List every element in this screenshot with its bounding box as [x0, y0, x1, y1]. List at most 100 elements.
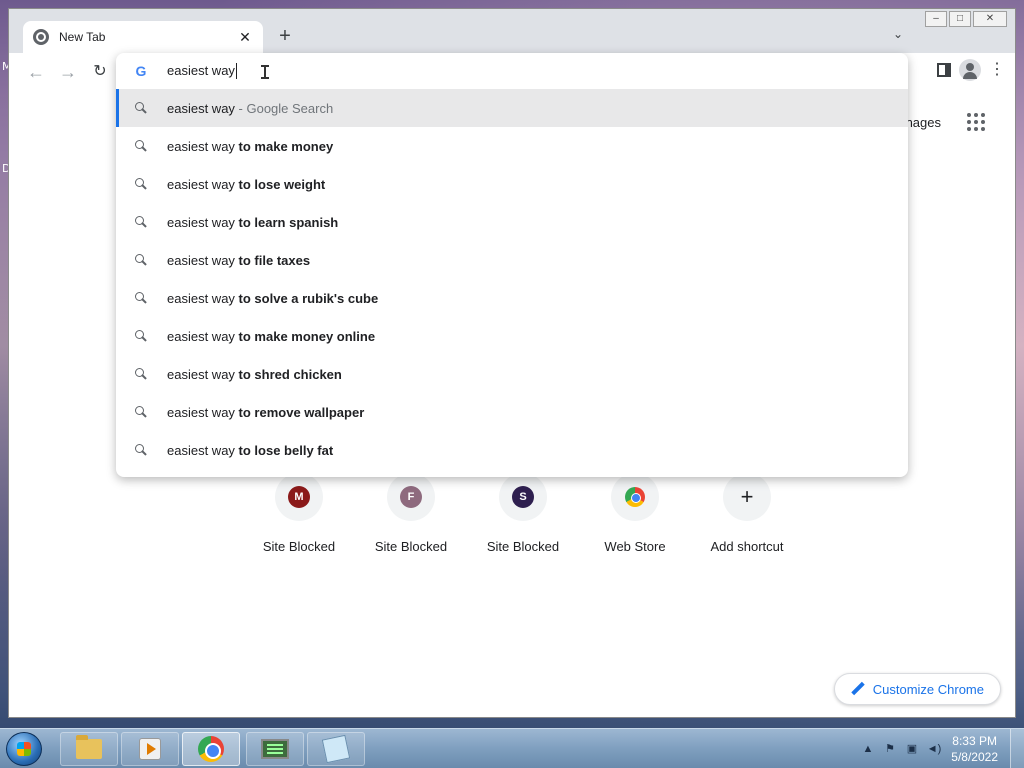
tab-new-tab[interactable]: New Tab ✕: [23, 21, 263, 53]
text-cursor-icon: [261, 65, 269, 79]
suggestion-item[interactable]: easiest way to file taxes: [116, 241, 908, 279]
search-icon: [135, 444, 147, 456]
profile-icon[interactable]: [959, 59, 981, 81]
window-controls: – □ ✕: [925, 11, 1007, 27]
suggestion-item[interactable]: easiest way to learn spanish: [116, 203, 908, 241]
notepad-taskbar-button[interactable]: [307, 732, 365, 766]
suggestion-text: easiest way to learn spanish: [167, 215, 338, 230]
suggestion-item[interactable]: easiest way to lose weight: [116, 165, 908, 203]
suggestion-prefix: easiest way: [167, 100, 235, 116]
suggestion-item[interactable]: easiest way to solve a rubik's cube: [116, 279, 908, 317]
customize-chrome-label: Customize Chrome: [872, 681, 984, 697]
volume-icon[interactable]: ◄): [926, 741, 942, 757]
suggestion-item[interactable]: easiest way to shred chicken: [116, 355, 908, 393]
show-desktop-button[interactable]: [1010, 729, 1024, 768]
folder-icon: [76, 735, 102, 759]
new-tab-button[interactable]: +: [273, 25, 297, 49]
suggestion-prefix: easiest way: [167, 176, 239, 192]
taskbar: ▲ ⚑ ▣ ◄) 8:33 PM 5/8/2022: [0, 728, 1024, 768]
web-store-icon: [625, 487, 645, 507]
chrome-menu-button[interactable]: ⋮: [989, 61, 1005, 79]
back-button[interactable]: ←: [23, 59, 49, 85]
tab-search-button[interactable]: ⌄: [893, 27, 903, 41]
suggestion-text: easiest way to lose weight: [167, 177, 325, 192]
suggestion-item[interactable]: easiest way - Google Search: [116, 89, 908, 127]
restore-button[interactable]: □: [949, 11, 971, 27]
shortcuts-grid: M Site Blocked F Site Blocked S Site Blocked W…: [243, 473, 803, 554]
suggestion-completion: to learn spanish: [238, 214, 339, 230]
shortcut-favicon: F: [400, 486, 422, 508]
suggestion-prefix: easiest way: [167, 404, 239, 420]
explorer-taskbar-button[interactable]: [60, 732, 118, 766]
search-icon: [135, 330, 147, 342]
suggestion-prefix: easiest way: [167, 366, 239, 382]
suggestion-item[interactable]: easiest way to lose belly fat: [116, 431, 908, 469]
suggestion-prefix: easiest way: [167, 290, 239, 306]
suggestion-text: easiest way to file taxes: [167, 253, 310, 268]
media-player-taskbar-button[interactable]: [121, 732, 179, 766]
suggestion-item[interactable]: easiest way to make money online: [116, 317, 908, 355]
google-apps-icon[interactable]: [967, 113, 985, 131]
suggestion-prefix: easiest way: [167, 328, 239, 344]
search-icon: [135, 140, 147, 152]
suggestion-list: easiest way - Google Search easiest way t…: [116, 89, 908, 469]
chrome-favicon-icon: [33, 29, 49, 45]
omnibox[interactable]: G easiest way: [116, 53, 908, 90]
images-link[interactable]: nages: [906, 115, 941, 130]
suggestion-completion: to lose weight: [238, 176, 326, 192]
toolbar-right: ⋮: [937, 59, 1005, 81]
search-icon: [135, 102, 147, 114]
forward-button[interactable]: →: [55, 59, 81, 85]
chrome-icon: [198, 736, 224, 762]
customize-chrome-button[interactable]: Customize Chrome: [833, 673, 1001, 705]
search-icon: [135, 216, 147, 228]
search-icon: [135, 368, 147, 380]
shortcut-tile-web-store[interactable]: Web Store: [579, 473, 691, 554]
search-icon: [135, 292, 147, 304]
shortcut-label: Web Store: [604, 539, 666, 554]
shortcut-label: Site Blocked: [486, 539, 560, 554]
shortcut-tile-add[interactable]: + Add shortcut: [691, 473, 803, 554]
close-window-button[interactable]: ✕: [973, 11, 1007, 27]
suggestion-completion: to lose belly fat: [238, 442, 334, 458]
suggestion-text: easiest way to shred chicken: [167, 367, 342, 382]
suggestion-item[interactable]: easiest way to remove wallpaper: [116, 393, 908, 431]
suggestion-completion: to make money online: [238, 328, 376, 344]
suggestion-completion: to remove wallpaper: [238, 404, 365, 420]
search-icon: [135, 406, 147, 418]
side-panel-icon[interactable]: [937, 63, 951, 77]
suggestion-completion: to make money: [238, 138, 334, 154]
shortcut-tile-site[interactable]: M Site Blocked: [243, 473, 355, 554]
shortcut-label: Add shortcut: [710, 539, 784, 554]
reload-button[interactable]: ↻: [87, 59, 113, 85]
shortcut-tile-site[interactable]: S Site Blocked: [467, 473, 579, 554]
suggestion-text: easiest way to make money: [167, 139, 333, 154]
task-monitor-icon: [261, 739, 289, 759]
minimize-button[interactable]: –: [925, 11, 947, 27]
omnibox-input[interactable]: easiest way: [167, 63, 237, 79]
taskbar-clock[interactable]: 8:33 PM 5/8/2022: [951, 733, 998, 765]
monitor-app-taskbar-button[interactable]: [246, 732, 304, 766]
shortcut-circle: [611, 473, 659, 521]
suggestion-prefix: easiest way: [167, 252, 239, 268]
tab-close-icon[interactable]: ✕: [237, 29, 253, 46]
suggestion-suffix: - Google Search: [234, 100, 334, 116]
suggestion-text: easiest way to remove wallpaper: [167, 405, 364, 420]
network-icon[interactable]: ▣: [904, 741, 920, 757]
pencil-icon: [851, 682, 865, 696]
start-button[interactable]: [6, 732, 42, 766]
omnibox-dropdown: G easiest way easiest way - Google Searc…: [116, 53, 908, 477]
system-tray: ▲ ⚑ ▣ ◄): [860, 741, 942, 757]
search-icon: [135, 178, 147, 190]
search-icon: [135, 254, 147, 266]
suggestion-item[interactable]: easiest way to make money: [116, 127, 908, 165]
chrome-taskbar-button[interactable]: [182, 732, 240, 766]
shortcut-circle: F: [387, 473, 435, 521]
action-center-flag-icon[interactable]: ⚑: [882, 741, 898, 757]
google-g-icon: G: [135, 63, 147, 79]
shortcut-circle: S: [499, 473, 547, 521]
shortcut-tile-site[interactable]: F Site Blocked: [355, 473, 467, 554]
suggestion-text: easiest way to make money online: [167, 329, 375, 344]
tray-expand-icon[interactable]: ▲: [860, 741, 876, 757]
media-player-icon: [139, 738, 161, 760]
